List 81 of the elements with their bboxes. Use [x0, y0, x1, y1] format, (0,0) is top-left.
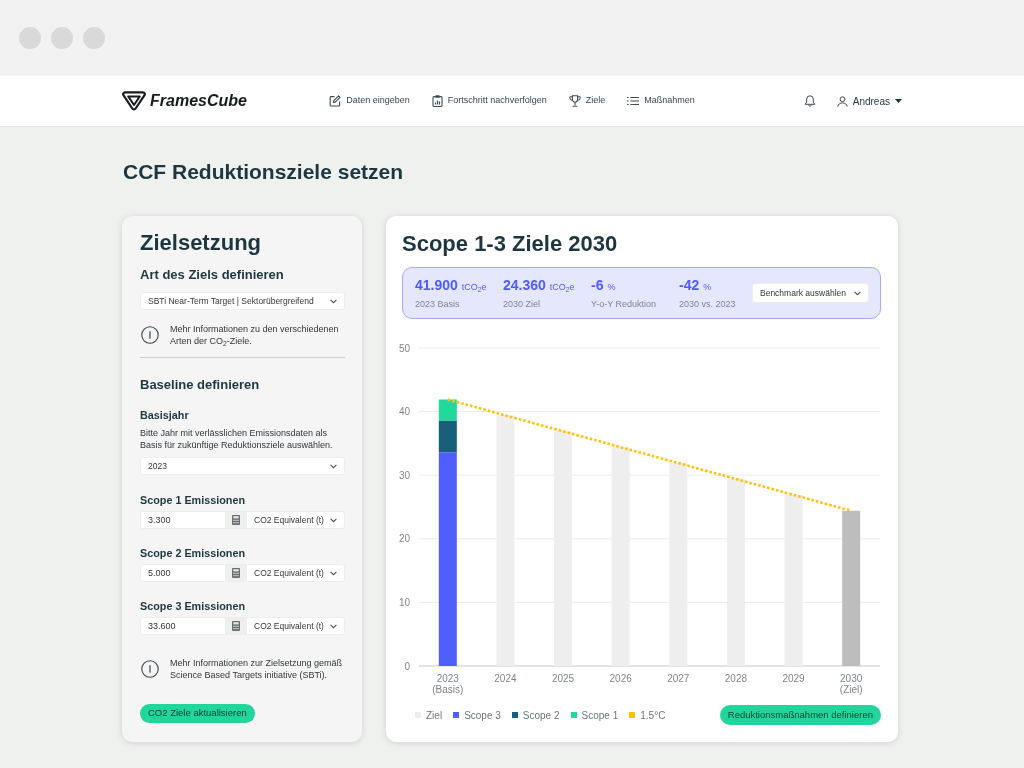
axis-label: 2025 [551, 672, 575, 684]
number-input[interactable]: 33.600 [140, 617, 226, 635]
chevron-icon [330, 570, 337, 576]
stat-unit: % [703, 281, 712, 295]
stat-label: 2030 Ziel [503, 297, 542, 310]
caret-icon [895, 99, 902, 103]
dropdown[interactable]: CO2 Equivalent (t) [246, 617, 345, 635]
calculator-button[interactable] [226, 511, 246, 529]
clipboard-icon [431, 95, 443, 107]
stat-label: Y-o-Y Reduktion [591, 297, 658, 310]
axis-label: 20 [398, 533, 410, 545]
axis-label: 30 [398, 469, 410, 481]
field-label: Scope 2 Emissionen [140, 546, 246, 561]
stat-value: 41.900 [415, 276, 458, 295]
stat-label: 2030 vs. 2023 [679, 297, 737, 310]
calculator-button[interactable] [226, 564, 246, 582]
nav-link[interactable]: Ziele [568, 94, 606, 108]
chevron-icon [330, 298, 337, 304]
axis-label: 0 [404, 660, 410, 672]
info-text: Mehr Informationen zu den verschiedenen Arten der CO$_{2}$-Ziele. [170, 323, 340, 347]
user-menu-button[interactable]: Andreas [836, 93, 902, 109]
list-icon [627, 96, 640, 106]
section-heading: Art des Ziels definieren [140, 266, 285, 284]
brand-name[interactable]: FramesCube [150, 89, 247, 113]
trophy-icon [568, 95, 581, 107]
info-text: Mehr Informationen zur Zielsetzung gemäß Science Based Targets initiative (SBTi). [170, 657, 344, 681]
edit-icon [329, 95, 342, 107]
axis-label: 2023 (Basis) [432, 672, 464, 695]
axis-label: 50 [398, 342, 410, 354]
axis-label: 2024 [494, 672, 517, 684]
dropdown[interactable]: Benchmark auswählen [752, 283, 869, 303]
dropdown[interactable]: CO2 Equivalent (t) [246, 564, 345, 582]
axis-label: 2030 (Ziel) [839, 672, 863, 695]
legend-label: Scope 1 [581, 708, 619, 723]
section-heading: Baseline definieren [140, 376, 261, 394]
legend-label: 1.5°C [640, 708, 666, 723]
stat-unit: tCO$_{2}$e [549, 281, 575, 295]
legend-label: Scope 2 [522, 708, 560, 723]
legend-label: Scope 3 [464, 708, 501, 723]
axis-label: 2029 [782, 672, 805, 684]
field-label: Scope 3 Emissionen [140, 599, 246, 614]
chevron-icon [330, 623, 337, 629]
field-label: Scope 1 Emissionen [140, 493, 246, 508]
stat-label: 2023 Basis [415, 297, 461, 310]
nav-link[interactable]: Fortschritt nachverfolgen [431, 94, 547, 108]
calculator-icon [232, 621, 240, 631]
nav-link[interactable]: Maßnahmen [627, 94, 695, 108]
number-input[interactable]: 5.000 [140, 564, 226, 582]
stat-unit: % [607, 281, 616, 295]
axis-label: 2026 [609, 672, 632, 684]
calculator-icon [232, 568, 240, 578]
user-icon [836, 95, 848, 107]
dropdown[interactable]: 2023 [140, 457, 345, 475]
field-description: Bitte Jahr mit verlässlichen Emissionsdaten als Basis für zukünftige Reduktionsziele auswählen. [140, 427, 334, 451]
define-measures-button[interactable]: Reduktionsmaßnahmen definieren [719, 705, 881, 725]
stat-value: -6 [591, 276, 604, 295]
chevron-icon [854, 290, 861, 296]
nav-link[interactable]: Daten eingeben [329, 94, 410, 108]
logo-icon[interactable] [122, 91, 146, 111]
calculator-icon [232, 515, 240, 525]
stat-value: -42 [679, 276, 700, 295]
axis-label: 2027 [667, 672, 690, 684]
dropdown[interactable]: SBTi Near-Term Target | Sektorübergreifend [140, 292, 345, 310]
axis-label: 40 [398, 406, 410, 418]
panel-title: Zielsetzung [140, 229, 262, 257]
stat-value: 24.360 [503, 276, 546, 295]
calculator-button[interactable] [226, 617, 246, 635]
axis-label: 2028 [724, 672, 748, 684]
bell-icon[interactable] [803, 95, 816, 107]
page-title: CCF Reduktionsziele setzen [123, 160, 405, 184]
info-icon[interactable] [141, 660, 159, 678]
update-goals-button[interactable]: CO2 Ziele aktualisieren [140, 704, 255, 723]
dropdown[interactable]: CO2 Equivalent (t) [246, 511, 345, 529]
info-icon[interactable] [141, 326, 159, 344]
number-input[interactable]: 3.300 [140, 511, 226, 529]
axis-label: 10 [398, 596, 410, 608]
chevron-icon [330, 517, 337, 523]
field-label: Basisjahr [140, 408, 190, 423]
chevron-icon [330, 463, 337, 469]
stat-unit: tCO$_{2}$e [461, 281, 487, 295]
chart-title: Scope 1-3 Ziele 2030 [402, 231, 619, 257]
